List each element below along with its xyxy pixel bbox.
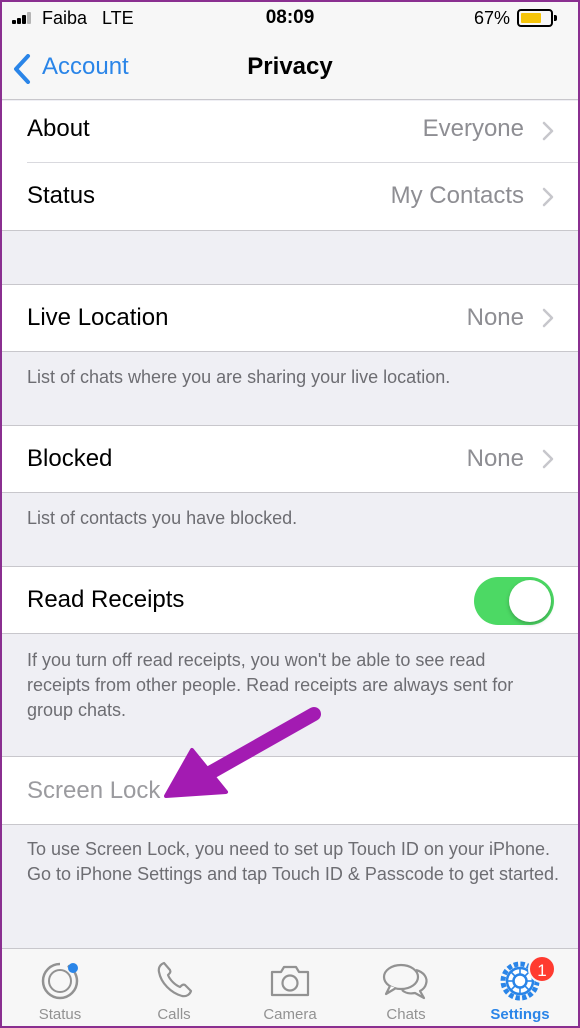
group-divider	[0, 824, 580, 825]
tab-label: Chats	[386, 1006, 426, 1023]
chevron-right-icon	[542, 187, 554, 207]
tab-chats[interactable]: Chats	[348, 949, 464, 1028]
notification-badge: 1	[528, 955, 556, 983]
page-title: Privacy	[247, 53, 333, 80]
navigation-bar: Account Privacy	[0, 36, 580, 100]
tab-label: Status	[38, 1006, 82, 1023]
status-row[interactable]: Status My Contacts	[0, 163, 580, 231]
camera-icon	[270, 965, 310, 997]
tab-label: Settings	[490, 1006, 550, 1023]
privacy-group-profile: About Everyone Status My Contacts	[0, 101, 580, 231]
read-receipts-row: Read Receipts	[0, 567, 580, 633]
screen-lock-footer: To use Screen Lock, you need to set up T…	[27, 839, 560, 884]
chevron-right-icon	[542, 121, 554, 141]
about-value: Everyone	[422, 115, 524, 142]
read-receipts-label: Read Receipts	[27, 586, 185, 613]
tab-label: Camera	[263, 1006, 317, 1023]
status-bar: Faiba LTE 08:09 67%	[0, 0, 580, 36]
blocked-row[interactable]: Blocked None	[0, 426, 580, 492]
tab-status[interactable]: Status	[2, 949, 118, 1028]
tab-settings[interactable]: 1 Settings	[462, 949, 578, 1028]
status-value: My Contacts	[390, 182, 524, 209]
battery-icon	[517, 9, 557, 27]
group-divider	[0, 633, 580, 634]
group-divider	[0, 230, 580, 231]
live-location-label: Live Location	[27, 304, 169, 331]
chevron-right-icon	[542, 449, 554, 469]
live-location-row[interactable]: Live Location None	[0, 285, 580, 351]
live-location-value: None	[466, 304, 524, 331]
blocked-value: None	[466, 445, 524, 472]
about-label: About	[27, 115, 90, 142]
tab-bar: Status Calls Camera Chats 1 Settings	[0, 948, 580, 1028]
live-location-footer: List of chats where you are sharing your…	[27, 367, 451, 387]
toggle-knob	[509, 580, 551, 622]
battery-percentage: 67%	[474, 8, 511, 28]
read-receipts-toggle[interactable]	[474, 577, 554, 625]
status-icon	[41, 962, 79, 1000]
status-label: Status	[27, 182, 96, 209]
group-divider	[0, 492, 580, 493]
about-row[interactable]: About Everyone	[0, 101, 580, 162]
annotation-arrow-icon	[164, 707, 321, 798]
group-divider	[0, 351, 580, 352]
tab-label: Calls	[157, 1006, 191, 1023]
chevron-right-icon	[542, 308, 554, 328]
screen-lock-label: Screen Lock	[27, 777, 161, 804]
blocked-footer: List of contacts you have blocked.	[27, 508, 298, 528]
tab-camera[interactable]: Camera	[232, 949, 348, 1028]
blocked-label: Blocked	[27, 445, 113, 472]
phone-icon	[157, 961, 193, 998]
tab-calls[interactable]: Calls	[116, 949, 232, 1028]
chat-bubbles-icon	[382, 963, 428, 1000]
